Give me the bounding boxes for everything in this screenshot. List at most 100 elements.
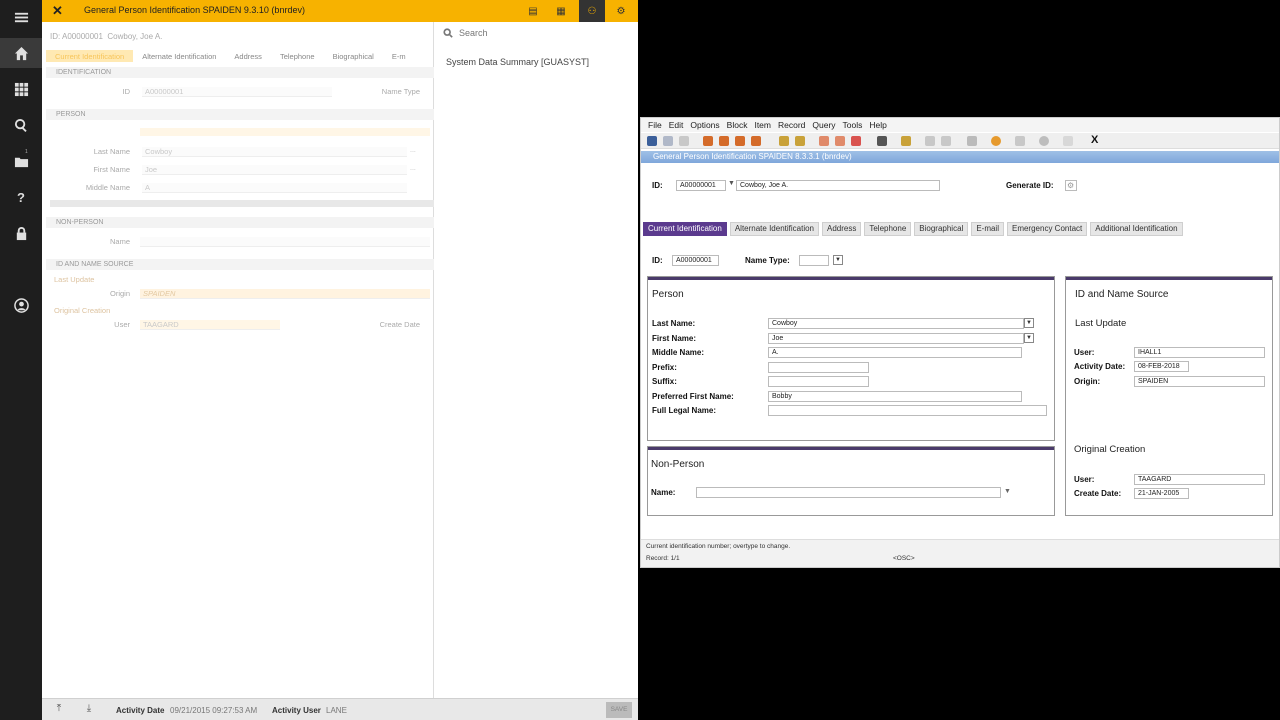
insert-record-icon[interactable]: [779, 136, 789, 146]
display-icon[interactable]: [1015, 136, 1025, 146]
print-icon[interactable]: [877, 136, 887, 146]
menu-help[interactable]: Help: [869, 120, 886, 130]
next-record-icon[interactable]: [735, 136, 745, 146]
tab-email[interactable]: E-m: [383, 50, 415, 62]
middle-name-field[interactable]: A.: [768, 347, 1022, 358]
np-name-field[interactable]: [140, 237, 430, 247]
name-type-field[interactable]: [799, 255, 829, 266]
id-field[interactable]: A00000001: [142, 87, 332, 97]
count-icon[interactable]: [901, 136, 911, 146]
document-icon[interactable]: ▤: [526, 4, 540, 18]
rollback-icon[interactable]: [663, 136, 673, 146]
tab-telephone[interactable]: Telephone: [864, 222, 912, 236]
horizontal-scrollbar[interactable]: [50, 200, 434, 207]
related-item-guasyst[interactable]: System Data Summary [GUASYST]: [446, 57, 589, 67]
menu-tools[interactable]: Tools: [843, 120, 863, 130]
enter-query-icon[interactable]: [819, 136, 829, 146]
exit-icon[interactable]: [1039, 136, 1049, 146]
first-name-field[interactable]: Joe: [142, 165, 407, 175]
close-icon[interactable]: ✕: [52, 3, 63, 19]
menu-item[interactable]: Item: [754, 120, 771, 130]
id-field[interactable]: A00000001: [672, 255, 719, 266]
first-name-field[interactable]: Joe: [768, 333, 1024, 344]
origin-field[interactable]: SPAIDEN: [1134, 376, 1265, 387]
tab-alternate-identification[interactable]: Alternate Identification: [729, 222, 819, 236]
first-name-ellipsis-button[interactable]: ...: [410, 165, 416, 172]
last-name-dropdown-icon[interactable]: ▼: [1024, 318, 1034, 328]
section-non-person[interactable]: NON-PERSON: [46, 217, 434, 228]
tab-additional-identification[interactable]: Additional Identification: [1090, 222, 1183, 236]
save-button[interactable]: SAVE: [606, 702, 632, 718]
lock-icon[interactable]: [0, 218, 42, 248]
key-id-dropdown-icon[interactable]: ▼: [728, 180, 735, 187]
name-type-dropdown-icon[interactable]: ▼: [833, 255, 843, 265]
prefix-field[interactable]: [768, 362, 869, 373]
first-name-dropdown-icon[interactable]: ▼: [1024, 333, 1034, 343]
search-toolbar-icon[interactable]: [925, 136, 935, 146]
gear-icon[interactable]: ⚙: [614, 4, 628, 18]
menu-record[interactable]: Record: [778, 120, 805, 130]
apps-grid-icon[interactable]: [0, 74, 42, 104]
lu-user-field[interactable]: IHALL1: [1134, 347, 1265, 358]
section-person[interactable]: PERSON: [46, 109, 434, 120]
remove-record-icon[interactable]: [795, 136, 805, 146]
user-field[interactable]: TAAGARD: [140, 320, 280, 330]
related-icon[interactable]: ⚇: [579, 0, 605, 22]
funnel-icon[interactable]: [1063, 136, 1073, 146]
origin-field[interactable]: SPAIDEN: [140, 289, 430, 299]
collapse-down-icon[interactable]: ⤓: [82, 703, 96, 717]
suffix-field[interactable]: [768, 376, 869, 387]
generate-id-button[interactable]: ⚙: [1065, 180, 1077, 191]
last-name-field[interactable]: Cowboy: [768, 318, 1024, 329]
last-name-ellipsis-button[interactable]: ...: [410, 147, 416, 154]
tab-telephone[interactable]: Telephone: [271, 50, 324, 62]
select-icon[interactable]: [679, 136, 689, 146]
preferred-first-name-field[interactable]: Bobby: [768, 391, 1022, 402]
menu-query[interactable]: Query: [812, 120, 835, 130]
tab-email[interactable]: E-mail: [971, 222, 1004, 236]
section-identification[interactable]: IDENTIFICATION: [46, 67, 434, 78]
user-profile-icon[interactable]: [0, 290, 42, 320]
tab-biographical[interactable]: Biographical: [324, 50, 383, 62]
activity-date-field[interactable]: 08-FEB-2018: [1134, 361, 1189, 372]
options-icon[interactable]: [967, 136, 977, 146]
menu-edit[interactable]: Edit: [669, 120, 684, 130]
menu-block[interactable]: Block: [727, 120, 748, 130]
tab-biographical[interactable]: Biographical: [914, 222, 969, 236]
collapse-up-icon[interactable]: ⤒: [52, 703, 66, 717]
key-id-field[interactable]: A00000001: [676, 180, 726, 191]
execute-query-icon[interactable]: [835, 136, 845, 146]
toolbar-close-button[interactable]: X: [1091, 134, 1098, 146]
middle-name-field[interactable]: A: [142, 183, 407, 193]
menu-options[interactable]: Options: [690, 120, 719, 130]
cancel-query-icon[interactable]: [851, 136, 861, 146]
np-name-field[interactable]: [696, 487, 1001, 498]
previous-record-icon[interactable]: [719, 136, 729, 146]
save-icon[interactable]: [647, 136, 657, 146]
related-search[interactable]: Search: [443, 28, 488, 38]
oc-user-field[interactable]: TAAGARD: [1134, 474, 1265, 485]
tab-emergency-contact[interactable]: Emergency Contact: [1006, 222, 1088, 236]
tab-current-identification[interactable]: Current Identification: [46, 50, 134, 62]
create-date-field[interactable]: 21-JAN-2005: [1134, 488, 1189, 499]
list-icon[interactable]: [941, 136, 951, 146]
help-icon[interactable]: ?: [0, 182, 42, 212]
np-name-dropdown-icon[interactable]: ▼: [1004, 488, 1011, 495]
menu-file[interactable]: File: [648, 120, 662, 130]
help-toolbar-icon[interactable]: [991, 136, 1001, 146]
tab-alternate-identification[interactable]: Alternate Identification: [133, 50, 225, 62]
home-icon[interactable]: [0, 38, 42, 68]
print-icon[interactable]: ▦: [554, 4, 568, 18]
key-name-field[interactable]: Cowboy, Joe A.: [736, 180, 940, 191]
tab-address[interactable]: Address: [225, 50, 271, 62]
previous-block-icon[interactable]: [703, 136, 713, 146]
hamburger-menu-icon[interactable]: [0, 2, 42, 32]
tab-address[interactable]: Address: [822, 222, 862, 236]
full-legal-name-field[interactable]: [768, 405, 1047, 416]
tab-current-identification[interactable]: Current Identification: [643, 222, 727, 236]
last-name-field[interactable]: Cowboy: [142, 147, 407, 157]
search-icon[interactable]: [0, 110, 42, 140]
recent-folder-icon[interactable]: 1: [0, 146, 42, 176]
section-id-source[interactable]: ID AND NAME SOURCE: [46, 259, 434, 270]
next-block-icon[interactable]: [751, 136, 761, 146]
